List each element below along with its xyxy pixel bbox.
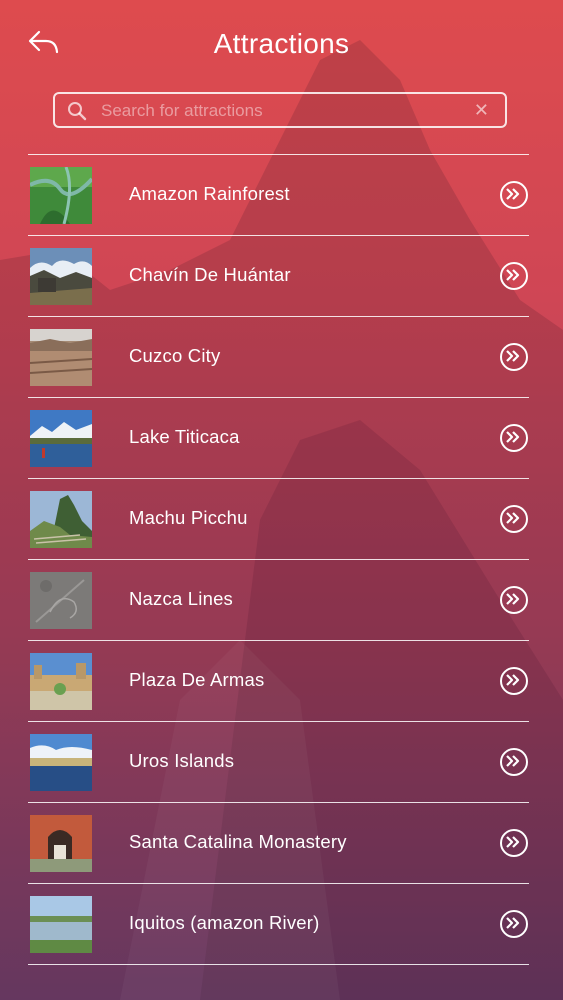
search-input[interactable]: [99, 98, 473, 124]
list-item-label: Machu Picchu: [129, 507, 248, 528]
open-detail-button[interactable]: [500, 667, 528, 695]
open-detail-button[interactable]: [500, 424, 528, 452]
double-chevron-right-icon: [506, 269, 520, 281]
nazca-lines-thumbnail: [30, 572, 92, 629]
list-item-uros-islands[interactable]: Uros Islands: [28, 722, 529, 803]
open-detail-button[interactable]: [500, 586, 528, 614]
santa-catalina-monastery-thumbnail: [30, 815, 92, 872]
list-item-plaza-de-armas[interactable]: Plaza De Armas: [28, 641, 529, 722]
open-detail-button[interactable]: [500, 748, 528, 776]
list-item-amazon-rainforest[interactable]: Amazon Rainforest: [28, 155, 529, 236]
double-chevron-right-icon: [506, 350, 520, 362]
open-detail-button[interactable]: [500, 262, 528, 290]
amazon-rainforest-thumbnail: [30, 167, 92, 224]
list-item-label: Iquitos (amazon River): [129, 912, 320, 933]
lake-titicaca-thumbnail: [30, 410, 92, 467]
list-item-iquitos-amazon-river[interactable]: Iquitos (amazon River): [28, 884, 529, 965]
list-item-machu-picchu[interactable]: Machu Picchu: [28, 479, 529, 560]
list-item-chavin-de-huantar[interactable]: Chavín De Huántar: [28, 236, 529, 317]
open-detail-button[interactable]: [500, 343, 528, 371]
page-title: Attractions: [213, 28, 350, 59]
list-item-label: Lake Titicaca: [129, 426, 240, 447]
list-item-label: Uros Islands: [129, 750, 235, 771]
attractions-list: Amazon Rainforest Chavín De Huántar Cuzc…: [28, 154, 529, 965]
list-item-lake-titicaca[interactable]: Lake Titicaca: [28, 398, 529, 479]
uros-islands-thumbnail: [30, 734, 92, 791]
double-chevron-right-icon: [506, 917, 520, 929]
double-chevron-right-icon: [506, 188, 520, 200]
chavin-de-huantar-thumbnail: [30, 248, 92, 305]
list-item-label: Chavín De Huántar: [129, 264, 291, 285]
double-chevron-right-icon: [506, 755, 520, 767]
list-item-label: Cuzco City: [129, 345, 221, 366]
machu-picchu-thumbnail: [30, 491, 92, 548]
double-chevron-right-icon: [506, 836, 520, 848]
open-detail-button[interactable]: [500, 910, 528, 938]
clear-search-icon[interactable]: ✕: [474, 100, 489, 120]
double-chevron-right-icon: [506, 674, 520, 686]
list-item-nazca-lines[interactable]: Nazca Lines: [28, 560, 529, 641]
double-chevron-right-icon: [506, 512, 520, 524]
search-bar: ✕: [53, 92, 507, 128]
list-item-label: Plaza De Armas: [129, 669, 265, 690]
open-detail-button[interactable]: [500, 829, 528, 857]
open-detail-button[interactable]: [500, 505, 528, 533]
list-item-label: Santa Catalina Monastery: [129, 831, 347, 852]
open-detail-button[interactable]: [500, 181, 528, 209]
list-item-label: Amazon Rainforest: [129, 183, 290, 204]
iquitos-amazon-river-thumbnail: [30, 896, 92, 953]
double-chevron-right-icon: [506, 431, 520, 443]
header: Attractions: [0, 0, 563, 90]
list-item-cuzco-city[interactable]: Cuzco City: [28, 317, 529, 398]
cuzco-city-thumbnail: [30, 329, 92, 386]
double-chevron-right-icon: [506, 593, 520, 605]
list-item-label: Nazca Lines: [129, 588, 234, 609]
magnifier-icon: [68, 102, 87, 121]
plaza-de-armas-thumbnail: [30, 653, 92, 710]
list-item-santa-catalina-monastery[interactable]: Santa Catalina Monastery: [28, 803, 529, 884]
